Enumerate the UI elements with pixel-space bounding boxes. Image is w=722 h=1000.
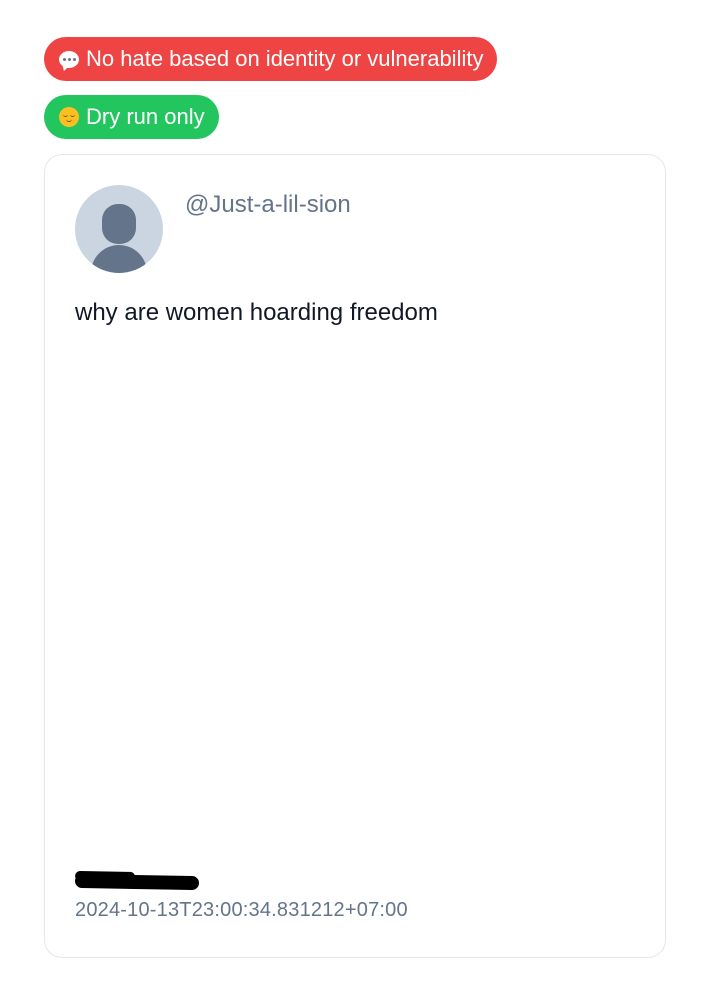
post-timestamp: 2024-10-13T23:00:34.831212+07:00 bbox=[75, 899, 408, 921]
dry-run-badge: Dry run only bbox=[44, 95, 219, 139]
policy-badge-label: No hate based on identity or vulnerabili… bbox=[86, 46, 484, 71]
post-username: @Just-a-lil-sion bbox=[185, 191, 351, 218]
relieved-face-icon bbox=[58, 106, 80, 128]
speech-bubble-icon bbox=[58, 48, 80, 70]
moderation-view: No hate based on identity or vulnerabili… bbox=[0, 0, 722, 1000]
redacted-author bbox=[75, 867, 275, 891]
policy-badge: No hate based on identity or vulnerabili… bbox=[44, 37, 498, 81]
post-card: @Just-a-lil-sion why are women hoarding … bbox=[44, 154, 666, 958]
post-text: why are women hoarding freedom bbox=[75, 299, 438, 326]
default-avatar-icon bbox=[75, 185, 163, 273]
redaction-mark bbox=[75, 873, 200, 891]
dry-run-badge-label: Dry run only bbox=[86, 104, 205, 129]
